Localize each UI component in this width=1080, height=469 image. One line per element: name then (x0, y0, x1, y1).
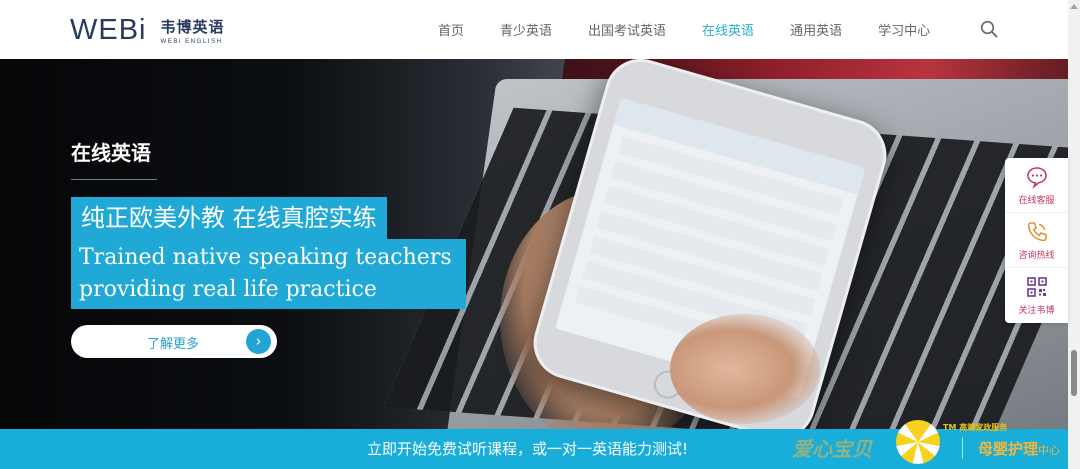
scroll-up-arrow-icon[interactable] (1070, 4, 1078, 9)
learn-more-button[interactable]: 了解更多 › (71, 325, 277, 358)
brand-logo[interactable]: WEBi 韦博英语 WEBi ENGLISH (70, 14, 225, 47)
watermark-right-main: 母婴护理 (978, 440, 1039, 458)
nav-item-home[interactable]: 首页 (438, 20, 464, 39)
search-icon[interactable] (980, 20, 998, 38)
hero-tagline-chinese: 纯正欧美外教 在线真腔实练 (71, 197, 387, 239)
site-header: WEBi 韦博英语 WEBi ENGLISH 首页 青少英语 出国考试英语 在线… (0, 0, 1068, 59)
phone-icon (1027, 221, 1047, 241)
logo-wordmark: WEBi (70, 14, 147, 46)
logo-english-name: WEBi ENGLISH (160, 39, 223, 45)
hero-tagline-english-line2: providing real life practice (79, 277, 377, 302)
watermark-text-right: 母婴护理中心 (978, 438, 1060, 459)
side-contact-bar: 在线客服 咨询热线 关注韦博 (1005, 158, 1068, 323)
free-trial-text[interactable]: 立即开始免费试听课程，或一对一英语能力测试! (367, 438, 688, 459)
nav-item-study-abroad-exam[interactable]: 出国考试英语 (588, 20, 666, 39)
watermark-divider (962, 437, 963, 459)
page-scrollbar[interactable] (1068, 0, 1080, 469)
watermark-right-small: 中心 (1038, 444, 1061, 457)
hero-thumb-image (670, 314, 820, 424)
hero-divider (71, 179, 157, 180)
logo-chinese-name: 韦博英语 (160, 18, 225, 36)
side-item-follow-webi[interactable]: 关注韦博 (1005, 268, 1068, 323)
side-item-label: 在线客服 (1018, 195, 1055, 206)
hero-tagline-english-line1: Trained native speaking teachers (79, 245, 452, 270)
qr-code-icon (1026, 277, 1047, 297)
side-item-label: 关注韦博 (1018, 306, 1055, 316)
side-item-online-service[interactable]: 在线客服 (1005, 158, 1068, 213)
chat-bubble-icon (1026, 166, 1047, 189)
nav-item-online-english[interactable]: 在线英语 (702, 20, 754, 39)
learn-more-label: 了解更多 (147, 337, 200, 352)
watermark-text-left: 爱心宝贝 (792, 437, 872, 461)
hero-banner: 在线英语 纯正欧美外教 在线真腔实练 Trained native speaki… (0, 59, 1068, 429)
hero-title: 在线英语 (71, 141, 151, 165)
nav-item-general-english[interactable]: 通用英语 (790, 20, 842, 39)
nav-item-youth-english[interactable]: 青少英语 (500, 20, 552, 39)
nav-item-learning-center[interactable]: 学习中心 (878, 20, 930, 39)
hero-tagline-english: Trained native speaking teachers providi… (71, 239, 466, 309)
chevron-right-icon: › (246, 329, 271, 354)
side-item-hotline[interactable]: 咨询热线 (1005, 213, 1068, 268)
logo-subtitle: 韦博英语 WEBi ENGLISH (161, 16, 225, 45)
watermark-tm-text: TM 高端家政服务 (943, 423, 1008, 432)
main-nav: 首页 青少英语 出国考试英语 在线英语 通用英语 学习中心 (438, 0, 966, 59)
scrollbar-thumb[interactable] (1071, 350, 1077, 396)
side-item-label: 咨询热线 (1018, 250, 1055, 261)
watermark-sun-logo-icon (896, 420, 940, 464)
